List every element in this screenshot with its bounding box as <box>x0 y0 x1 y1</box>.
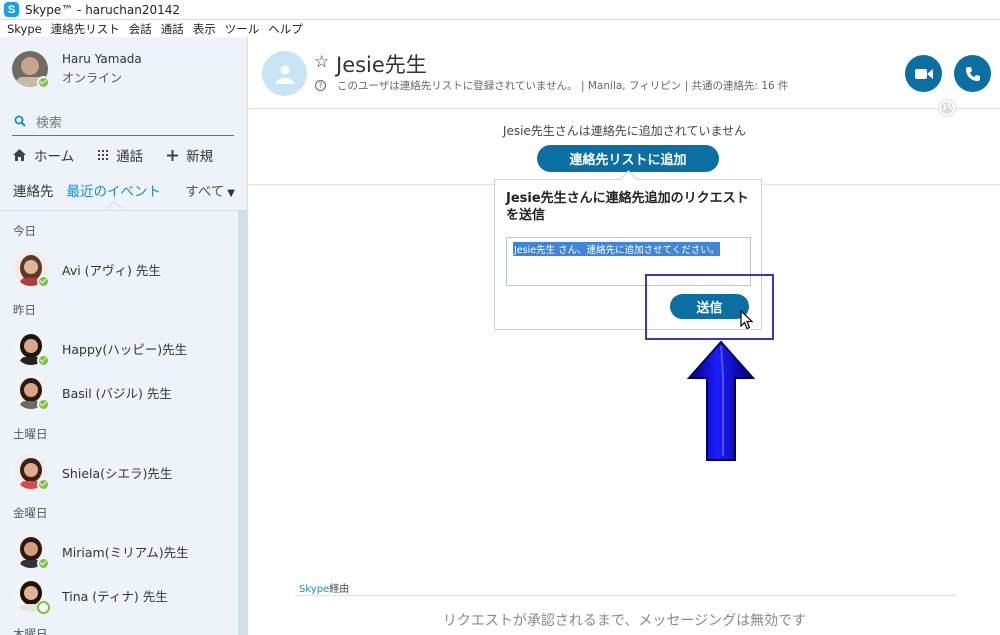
avatar <box>14 331 50 367</box>
avatar <box>14 455 50 491</box>
contact-avatar[interactable] <box>262 51 307 96</box>
globe-icon <box>938 99 956 117</box>
sidebar: Haru Yamada オンライン 検索 ホーム 通話 新規 連絡先 最近のイベ… <box>0 37 248 635</box>
avatar <box>14 578 50 614</box>
new-label: 新規 <box>186 149 214 165</box>
online-status-icon <box>37 398 50 411</box>
menu-skype[interactable]: Skype <box>7 22 42 36</box>
request-message-text: Jesie先生 さん、連絡先に追加させてください。 <box>513 242 721 256</box>
cursor-icon <box>740 310 754 330</box>
search-icon <box>14 115 26 127</box>
video-icon <box>914 68 933 79</box>
via-label: Skype経由 <box>299 580 349 595</box>
popup-title: Jesie先生さんに連絡先追加のリクエストを送信 <box>506 191 749 223</box>
menu-contacts[interactable]: 連絡先リスト <box>51 21 120 37</box>
tab-recent[interactable]: 最近のイベント <box>67 180 162 200</box>
search-input[interactable]: 検索 <box>12 107 234 136</box>
day-header: 金曜日 <box>13 506 48 520</box>
contact-name: Avi (アヴィ) 先生 <box>62 262 161 278</box>
avatar[interactable] <box>12 51 50 89</box>
person-icon <box>275 65 294 84</box>
menu-bar: Skype 連絡先リスト 会話 通話 表示 ツール ヘルプ <box>0 20 1000 37</box>
list-item[interactable]: Tina (ティナ) 先生 <box>14 578 168 614</box>
avatar <box>14 534 50 570</box>
chevron-down-icon: ▼ <box>227 188 235 199</box>
plus-icon <box>167 149 179 161</box>
contact-info-text: このユーザは連絡先リストに登録されていません。 | Manila, フィリピン … <box>337 80 789 92</box>
search-placeholder: 検索 <box>36 115 63 131</box>
skype-logo-icon: S <box>4 2 19 17</box>
question-icon[interactable]: ? <box>315 80 326 91</box>
title-bar: S Skype™ - haruchan20142 <box>0 0 1000 20</box>
menu-view[interactable]: 表示 <box>193 21 216 37</box>
day-header: 木曜日 <box>13 627 48 635</box>
profile-name: Haru Yamada <box>62 52 142 66</box>
contact-name: Basil (バジル) 先生 <box>62 385 172 401</box>
contact-title: Jesie先生 <box>336 53 427 77</box>
not-in-contacts-notice: Jesie先生さんは連絡先に追加されていません <box>502 124 747 138</box>
star-icon[interactable]: ☆ <box>314 52 329 72</box>
via-suffix: 経由 <box>329 584 350 595</box>
contact-info: ? このユーザは連絡先リストに登録されていません。 | Manila, フィリピ… <box>315 78 789 93</box>
home-label: ホーム <box>34 149 75 165</box>
profile-status[interactable]: オンライン <box>62 69 142 86</box>
new-button[interactable]: 新規 <box>167 145 213 165</box>
online-status-icon <box>37 354 50 367</box>
contact-name: Happy(ハッピー)先生 <box>62 341 188 357</box>
highlight-box <box>645 274 774 340</box>
conversation-panel: ☆ Jesie先生 ? このユーザは連絡先リストに登録されていません。 | Ma… <box>249 37 1000 635</box>
menu-conversation[interactable]: 会話 <box>129 21 152 37</box>
avatar <box>14 375 50 411</box>
contact-name: Miriam(ミリアム)先生 <box>62 544 189 560</box>
online-status-icon <box>37 275 50 288</box>
window-title: Skype™ - haruchan20142 <box>25 2 181 17</box>
online-status-icon <box>37 76 50 89</box>
profile[interactable]: Haru Yamada オンライン <box>12 51 142 89</box>
nav-row: ホーム 通話 新規 <box>13 145 237 165</box>
header-divider <box>249 108 1000 109</box>
home-icon <box>13 149 26 161</box>
day-header: 土曜日 <box>13 427 48 441</box>
list-item[interactable]: Happy(ハッピー)先生 <box>14 331 188 367</box>
offline-status-icon <box>37 601 50 614</box>
contact-name: Tina (ティナ) 先生 <box>62 588 168 604</box>
menu-tools[interactable]: ツール <box>225 21 260 37</box>
recent-list: 今日 Avi (アヴィ) 先生 昨日 Happy(ハッピー)先生 Basil (… <box>0 211 238 635</box>
avatar <box>14 252 50 288</box>
online-status-icon <box>37 557 50 570</box>
up-arrow-icon <box>687 340 755 461</box>
sidebar-scrollbar[interactable] <box>238 211 248 635</box>
list-item[interactable]: Basil (バジル) 先生 <box>14 375 172 411</box>
day-header: 昨日 <box>13 303 36 317</box>
filter-all-dropdown[interactable]: すべて ▼ <box>185 180 235 200</box>
filter-all-label: すべて <box>185 184 225 200</box>
composer-divider <box>295 595 957 596</box>
via-skype: Skype <box>299 584 330 595</box>
online-status-icon <box>37 478 50 491</box>
contact-tabs: 連絡先 最近のイベント すべて ▼ <box>13 180 235 200</box>
list-item[interactable]: Shiela(シエラ)先生 <box>14 455 173 491</box>
messaging-disabled-text: リクエストが承認されるまで、メッセージングは無効です <box>442 613 807 629</box>
add-to-contacts-button[interactable]: 連絡先リストに追加 <box>537 145 719 172</box>
contact-name: Shiela(シエラ)先生 <box>62 465 173 481</box>
phone-icon <box>965 66 980 81</box>
call-button[interactable] <box>954 55 991 92</box>
menu-help[interactable]: ヘルプ <box>268 21 303 37</box>
menu-call[interactable]: 通話 <box>161 21 184 37</box>
tab-contacts[interactable]: 連絡先 <box>13 180 54 200</box>
list-item[interactable]: Miriam(ミリアム)先生 <box>14 534 189 570</box>
video-call-button[interactable] <box>905 55 942 92</box>
calls-label: 通話 <box>116 149 144 165</box>
calls-button[interactable]: 通話 <box>98 145 143 165</box>
day-header: 今日 <box>13 224 36 238</box>
dialpad-icon <box>98 150 109 160</box>
list-item[interactable]: Avi (アヴィ) 先生 <box>14 252 161 288</box>
home-button[interactable]: ホーム <box>13 145 74 165</box>
